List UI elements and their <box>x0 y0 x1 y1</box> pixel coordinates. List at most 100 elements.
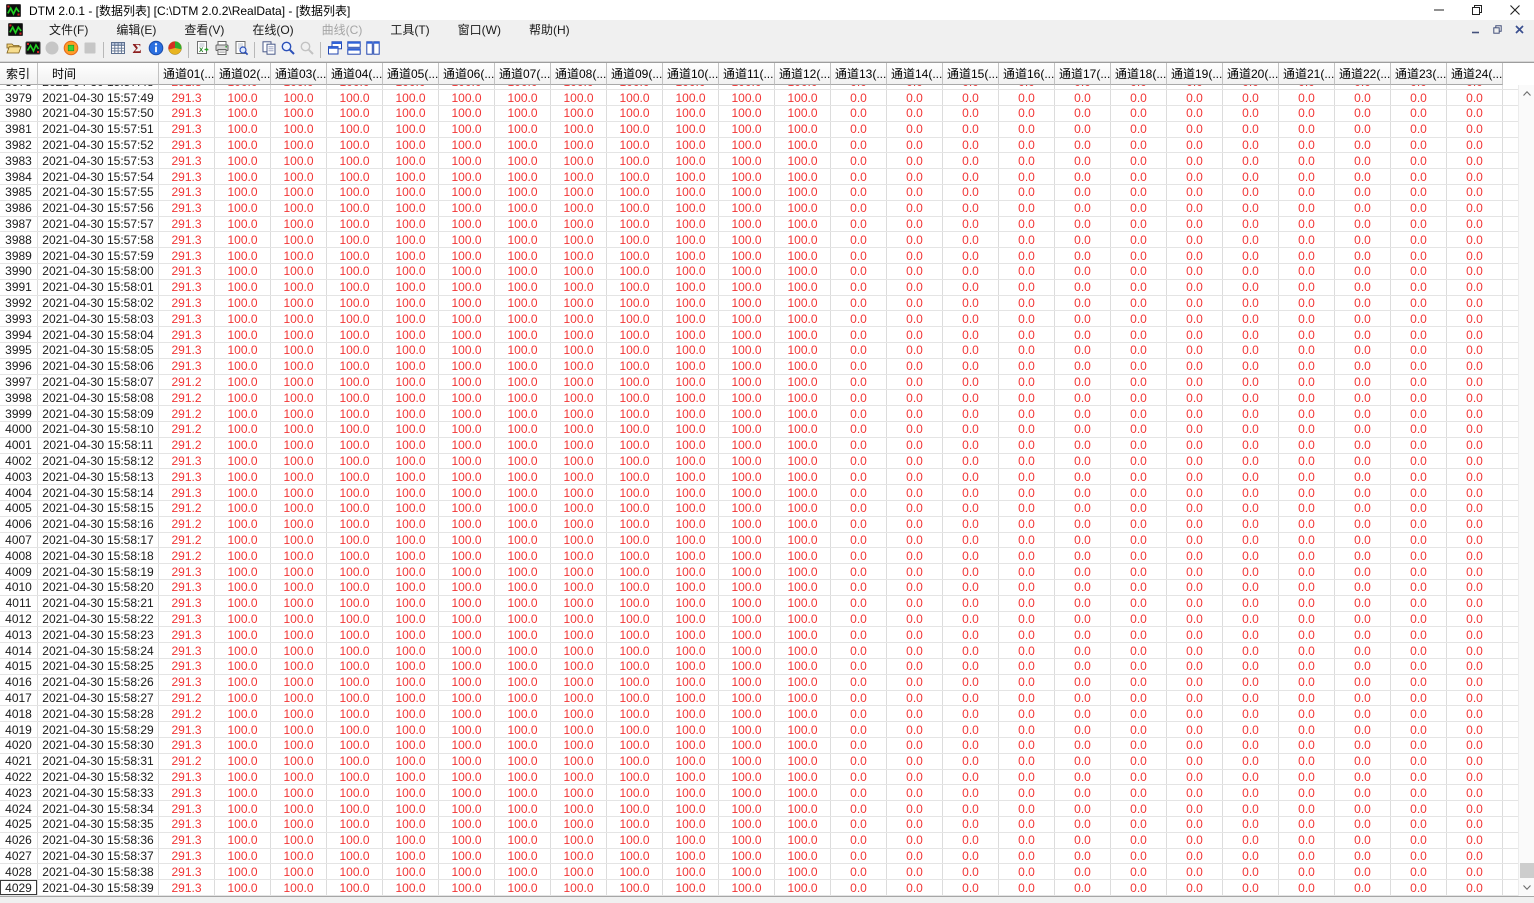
cell-ch03[interactable]: 100.0 <box>271 327 327 343</box>
cell-ch04[interactable]: 100.0 <box>327 200 383 216</box>
cell-ch22[interactable]: 0.0 <box>1335 627 1391 643</box>
cell-time[interactable]: 2021-04-30 15:58:15 <box>38 501 159 516</box>
cell-ch14[interactable]: 0.0 <box>887 674 943 690</box>
cell-ch22[interactable]: 0.0 <box>1335 864 1391 880</box>
cell-ch03[interactable]: 100.0 <box>271 406 327 422</box>
cell-ch14[interactable]: 0.0 <box>887 422 943 437</box>
cell-ch02[interactable]: 100.0 <box>215 722 271 737</box>
cell-ch23[interactable]: 0.0 <box>1391 643 1447 658</box>
cell-ch24[interactable]: 0.0 <box>1447 690 1503 706</box>
cell-ch19[interactable]: 0.0 <box>1167 816 1223 832</box>
cell-ch22[interactable]: 0.0 <box>1335 753 1391 769</box>
cell-ch10[interactable]: 100.0 <box>663 848 719 864</box>
cell-ch08[interactable]: 100.0 <box>551 295 607 311</box>
cell-ch10[interactable]: 100.0 <box>663 248 719 264</box>
cell-ch04[interactable]: 100.0 <box>327 816 383 832</box>
cell-ch13[interactable]: 0.0 <box>831 485 887 501</box>
cell-ch02[interactable]: 100.0 <box>215 864 271 880</box>
cell-ch03[interactable]: 100.0 <box>271 548 327 564</box>
cell-ch07[interactable]: 100.0 <box>495 706 551 722</box>
cell-ch08[interactable]: 100.0 <box>551 106 607 121</box>
cell-ch04[interactable]: 100.0 <box>327 548 383 564</box>
col-header-ch06[interactable]: 通道06(... <box>439 63 495 85</box>
cell-ch12[interactable]: 100.0 <box>775 801 831 816</box>
cell-index[interactable]: 3993 <box>0 311 38 327</box>
cell-time[interactable]: 2021-04-30 15:58:06 <box>38 358 159 374</box>
cell-ch22[interactable]: 0.0 <box>1335 295 1391 311</box>
cell-ch01[interactable]: 291.3 <box>159 85 215 90</box>
vertical-scrollbar[interactable] <box>1518 85 1534 896</box>
cell-ch11[interactable]: 100.0 <box>719 722 775 737</box>
cell-ch20[interactable]: 0.0 <box>1223 658 1279 674</box>
cell-ch11[interactable]: 100.0 <box>719 453 775 469</box>
cell-ch06[interactable]: 100.0 <box>439 580 495 595</box>
cell-ch15[interactable]: 0.0 <box>943 327 999 343</box>
cell-ch13[interactable]: 0.0 <box>831 722 887 737</box>
cell-ch06[interactable]: 100.0 <box>439 485 495 501</box>
cell-ch17[interactable]: 0.0 <box>1055 453 1111 469</box>
cell-ch01[interactable]: 291.3 <box>159 121 215 137</box>
col-header-ch23[interactable]: 通道23(... <box>1391 63 1447 85</box>
cell-time[interactable]: 2021-04-30 15:57:54 <box>38 169 159 185</box>
cell-ch03[interactable]: 100.0 <box>271 216 327 232</box>
cell-ch07[interactable]: 100.0 <box>495 516 551 532</box>
cell-ch06[interactable]: 100.0 <box>439 801 495 816</box>
cell-ch21[interactable]: 0.0 <box>1279 816 1335 832</box>
cell-ch03[interactable]: 100.0 <box>271 85 327 90</box>
cell-ch09[interactable]: 100.0 <box>607 580 663 595</box>
cell-ch16[interactable]: 0.0 <box>999 85 1055 90</box>
cell-ch21[interactable]: 0.0 <box>1279 706 1335 722</box>
cell-ch14[interactable]: 0.0 <box>887 848 943 864</box>
cell-index[interactable]: 4012 <box>0 611 38 627</box>
cell-ch11[interactable]: 100.0 <box>719 406 775 422</box>
cell-ch22[interactable]: 0.0 <box>1335 722 1391 737</box>
cell-ch13[interactable]: 0.0 <box>831 880 887 895</box>
cell-ch24[interactable]: 0.0 <box>1447 264 1503 279</box>
cell-ch18[interactable]: 0.0 <box>1111 864 1167 880</box>
cell-ch10[interactable]: 100.0 <box>663 406 719 422</box>
cell-ch13[interactable]: 0.0 <box>831 358 887 374</box>
cell-ch12[interactable]: 100.0 <box>775 564 831 579</box>
cell-ch06[interactable]: 100.0 <box>439 343 495 358</box>
cell-ch11[interactable]: 100.0 <box>719 564 775 579</box>
cell-ch04[interactable]: 100.0 <box>327 437 383 453</box>
cell-time[interactable]: 2021-04-30 15:58:39 <box>38 880 159 895</box>
cell-ch21[interactable]: 0.0 <box>1279 90 1335 106</box>
cell-ch03[interactable]: 100.0 <box>271 485 327 501</box>
cell-ch16[interactable]: 0.0 <box>999 216 1055 232</box>
cell-ch03[interactable]: 100.0 <box>271 248 327 264</box>
cell-ch19[interactable]: 0.0 <box>1167 469 1223 485</box>
cell-ch02[interactable]: 100.0 <box>215 248 271 264</box>
cell-ch17[interactable]: 0.0 <box>1055 674 1111 690</box>
cell-ch14[interactable]: 0.0 <box>887 343 943 358</box>
cell-ch10[interactable]: 100.0 <box>663 422 719 437</box>
cell-ch05[interactable]: 100.0 <box>383 816 439 832</box>
cell-ch02[interactable]: 100.0 <box>215 422 271 437</box>
cell-ch15[interactable]: 0.0 <box>943 216 999 232</box>
cell-ch14[interactable]: 0.0 <box>887 485 943 501</box>
cell-ch04[interactable]: 100.0 <box>327 832 383 848</box>
cell-ch19[interactable]: 0.0 <box>1167 722 1223 737</box>
cell-ch15[interactable]: 0.0 <box>943 422 999 437</box>
cell-ch21[interactable]: 0.0 <box>1279 485 1335 501</box>
cell-ch15[interactable]: 0.0 <box>943 848 999 864</box>
cell-ch15[interactable]: 0.0 <box>943 880 999 895</box>
cell-ch02[interactable]: 100.0 <box>215 548 271 564</box>
cell-ch02[interactable]: 100.0 <box>215 801 271 816</box>
cell-ch22[interactable]: 0.0 <box>1335 816 1391 832</box>
cell-time[interactable]: 2021-04-30 15:58:36 <box>38 832 159 848</box>
cell-ch05[interactable]: 100.0 <box>383 580 439 595</box>
cell-ch11[interactable]: 100.0 <box>719 390 775 406</box>
cell-ch19[interactable]: 0.0 <box>1167 848 1223 864</box>
cell-ch12[interactable]: 100.0 <box>775 327 831 343</box>
cell-ch08[interactable]: 100.0 <box>551 485 607 501</box>
cell-ch10[interactable]: 100.0 <box>663 106 719 121</box>
cell-index[interactable]: 3985 <box>0 185 38 200</box>
cell-ch06[interactable]: 100.0 <box>439 516 495 532</box>
cell-ch10[interactable]: 100.0 <box>663 501 719 516</box>
cell-ch05[interactable]: 100.0 <box>383 501 439 516</box>
cell-ch06[interactable]: 100.0 <box>439 532 495 548</box>
window-minimize-button[interactable] <box>1420 0 1458 20</box>
cell-ch18[interactable]: 0.0 <box>1111 832 1167 848</box>
cell-ch03[interactable]: 100.0 <box>271 737 327 753</box>
